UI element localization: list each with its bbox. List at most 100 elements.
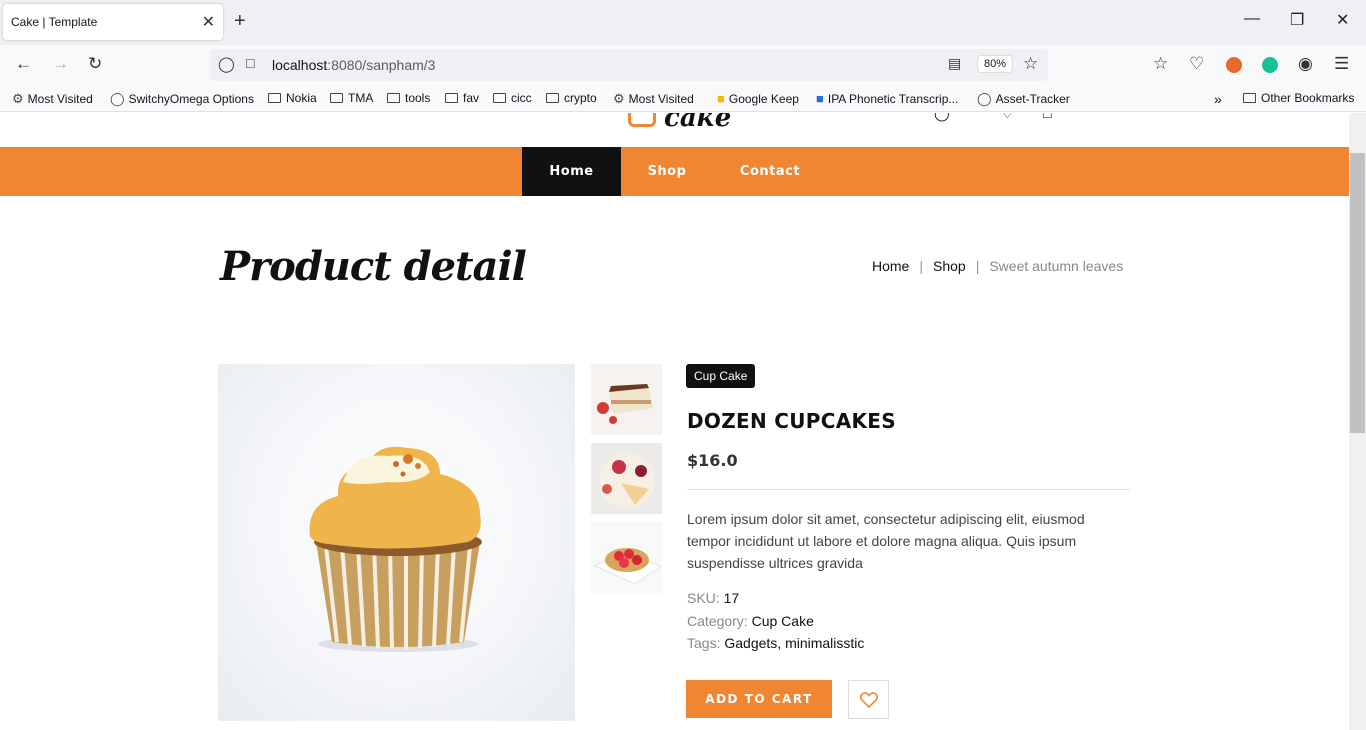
cupcake-image (309, 446, 482, 652)
tab-strip: Cake | Template ✕ + — ❐ ✕ (0, 0, 1366, 45)
web-page: cake ◯ ♡ □ Home Shop Contact Product det… (0, 113, 1349, 730)
pocket-icon[interactable]: ♡ (1189, 54, 1204, 74)
divider (687, 489, 1130, 490)
address-bar[interactable]: ◯ □ localhost:8080/sanpham/3 ▤ 80% ☆ (210, 49, 1048, 81)
zoom-indicator[interactable]: 80% (977, 55, 1014, 73)
addon-icon[interactable] (1226, 57, 1242, 73)
logo-basket-icon (628, 113, 656, 127)
product-main-image (218, 364, 575, 721)
menu-home[interactable]: Home (522, 147, 621, 196)
strawberry-tart-image (591, 522, 662, 593)
bookmark-label: Google Keep (728, 91, 799, 106)
folder-icon (330, 93, 343, 103)
bookmark-label: Nokia (286, 91, 317, 105)
bookmark-label: crypto (564, 91, 597, 105)
search-icon[interactable]: ◯ (934, 113, 950, 122)
category-row: Category: Cup Cake (687, 613, 814, 629)
more-bookmarks-chevron-icon[interactable]: » (1214, 91, 1222, 107)
reload-icon[interactable]: ↻ (88, 54, 102, 74)
menu-contact[interactable]: Contact (725, 147, 815, 196)
thumbnail-cheesecake[interactable] (591, 443, 662, 514)
back-icon[interactable]: ← (15, 54, 32, 74)
bookmarks-bar: ⚙ Most Visited ◯ SwitchyOmega Options Noki… (0, 85, 1366, 112)
site-logo[interactable]: cake (664, 113, 731, 133)
bookmark-fav[interactable]: fav (445, 91, 479, 105)
wishlist-button[interactable] (848, 680, 889, 719)
bookmark-ipa[interactable]: ■ IPA Phonetic Transcrip... (816, 91, 958, 106)
reader-view-icon[interactable]: ▤ (948, 55, 961, 72)
tab-title: Cake | Template (11, 15, 98, 29)
category-badge[interactable]: Cup Cake (686, 364, 756, 388)
bookmark-star-icon[interactable]: ☆ (1023, 54, 1038, 74)
folder-icon (546, 93, 559, 103)
thumbnail-strawberry-tart[interactable] (591, 522, 662, 593)
bookmark-most-visited[interactable]: ⚙ Most Visited (12, 91, 93, 107)
add-to-cart-button[interactable]: ADD TO CART (686, 680, 832, 718)
bookmark-cicc[interactable]: cicc (493, 91, 532, 105)
bookmark-google-keep[interactable]: ■ Google Keep (717, 91, 799, 106)
minimize-icon[interactable]: — (1244, 10, 1260, 28)
heart-icon (859, 691, 878, 708)
bookmark-switchyomega[interactable]: ◯ SwitchyOmega Options (110, 91, 254, 107)
folder-icon (387, 93, 400, 103)
sku-row: SKU: 17 (687, 590, 739, 606)
bookmark-label: IPA Phonetic Transcrip... (827, 91, 959, 106)
main-menu: Home Shop Contact (0, 147, 1349, 196)
gear-icon: ⚙ (613, 91, 625, 106)
page-scrollbar[interactable] (1349, 113, 1366, 730)
grammarly-icon[interactable] (1262, 57, 1278, 73)
tags-row: Tags: Gadgets, minimalisstic (687, 635, 864, 651)
bookmark-most-visited-2[interactable]: ⚙ Most Visited (613, 91, 694, 107)
keep-icon: ■ (717, 91, 725, 106)
cheesecake-image (591, 443, 662, 514)
addon-globe-icon[interactable]: ◉ (1298, 54, 1313, 74)
navigation-bar: ← → ↻ ◯ □ localhost:8080/sanpham/3 ▤ 80%… (0, 45, 1366, 85)
bookmark-tma[interactable]: TMA (330, 91, 373, 105)
breadcrumb-shop[interactable]: Shop (933, 258, 966, 274)
gear-icon: ⚙ (12, 91, 24, 106)
extensions-star-icon[interactable]: ☆ (1153, 54, 1168, 74)
globe-icon: ◯ (110, 91, 125, 106)
breadcrumb-separator: | (975, 258, 980, 274)
sku-value: 17 (723, 590, 740, 606)
bookmark-label: Other Bookmarks (1261, 91, 1355, 105)
bookmark-label: Asset-Tracker (995, 92, 1070, 106)
globe-icon: ◯ (977, 91, 992, 106)
cart-icon[interactable]: □ (1043, 113, 1051, 121)
menu-shop[interactable]: Shop (628, 147, 706, 196)
breadcrumb: Home | Shop | Sweet autumn leaves (872, 258, 1123, 274)
scrollbar-thumb[interactable] (1350, 153, 1365, 433)
bookmark-label: SwitchyOmega Options (128, 92, 254, 106)
hamburger-menu-icon[interactable]: ☰ (1334, 54, 1349, 74)
bookmark-label: cicc (511, 91, 532, 105)
restore-icon[interactable]: ❐ (1290, 10, 1304, 30)
page-title: Product detail (220, 243, 527, 290)
breadcrumb-current: Sweet autumn leaves (989, 258, 1124, 274)
bookmark-label: fav (463, 91, 480, 105)
tags-links[interactable]: Gadgets, minimalisstic (724, 635, 864, 651)
breadcrumb-home[interactable]: Home (872, 258, 909, 274)
bookmark-crypto[interactable]: crypto (546, 91, 597, 105)
bookmark-label: Most Visited (27, 92, 93, 106)
url-host: localhost (272, 57, 328, 73)
shield-icon[interactable]: ◯ (218, 55, 235, 73)
product-price: $16.0 (687, 451, 738, 470)
folder-icon (268, 93, 281, 103)
page-info-icon[interactable]: □ (246, 55, 254, 71)
browser-tab[interactable]: Cake | Template ✕ (3, 4, 223, 40)
url-text[interactable]: localhost:8080/sanpham/3 (272, 57, 435, 73)
thumbnail-tiramisu[interactable] (591, 364, 662, 435)
category-link[interactable]: Cup Cake (752, 613, 814, 629)
tags-label: Tags: (687, 635, 721, 651)
other-bookmarks[interactable]: Other Bookmarks (1243, 91, 1354, 105)
new-tab-button[interactable]: + (234, 10, 246, 33)
ipa-icon: ■ (816, 91, 824, 106)
close-window-icon[interactable]: ✕ (1336, 10, 1349, 30)
close-tab-icon[interactable]: ✕ (202, 12, 215, 32)
bookmark-nokia[interactable]: Nokia (268, 91, 317, 105)
heart-icon[interactable]: ♡ (1001, 113, 1014, 122)
bookmark-asset-tracker[interactable]: ◯ Asset-Tracker (977, 91, 1070, 107)
bookmark-label: TMA (348, 91, 374, 105)
forward-icon[interactable]: → (52, 54, 69, 74)
bookmark-tools[interactable]: tools (387, 91, 430, 105)
